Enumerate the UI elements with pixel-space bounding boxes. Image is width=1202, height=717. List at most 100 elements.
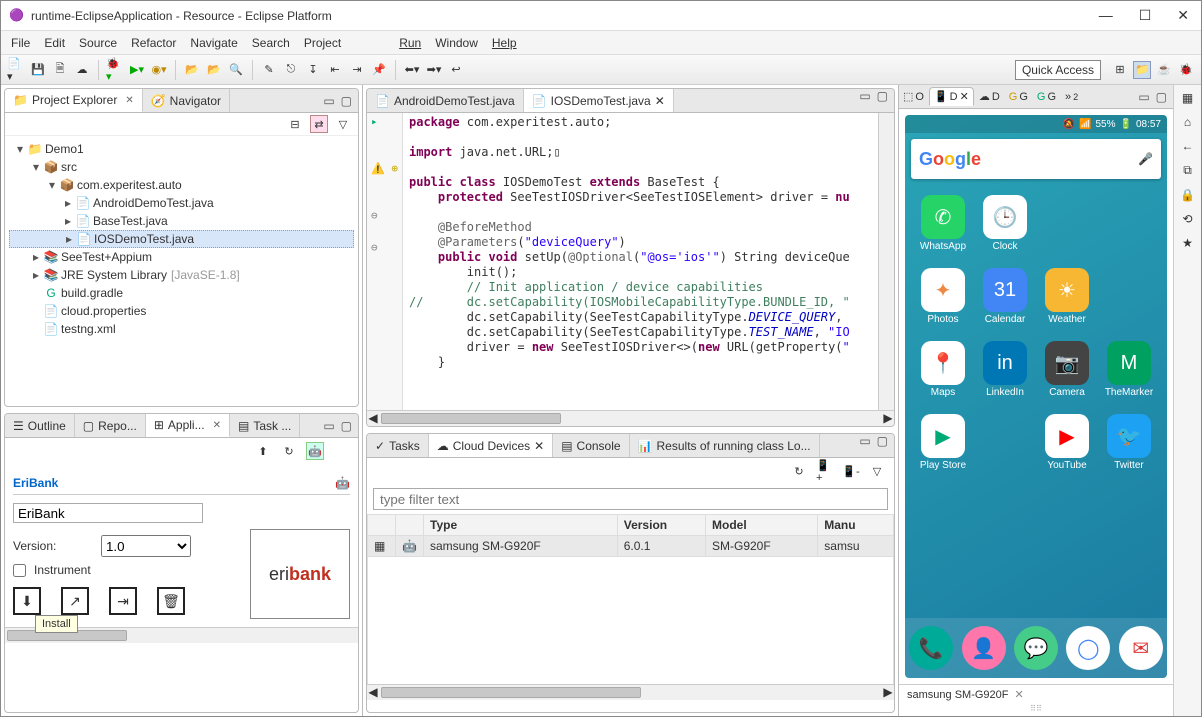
open-type-icon[interactable]: 📂 [183,61,201,79]
minimize-button[interactable]: — [1095,7,1117,24]
expand-icon[interactable]: ▸ [61,214,75,228]
app-name-field[interactable] [13,503,203,523]
maximize-view-icon[interactable]: ▢ [1156,90,1167,104]
menu-help[interactable]: Help [492,36,517,50]
last-edit-icon[interactable]: ↩ [447,61,465,79]
close-icon[interactable]: ✕ [960,90,969,103]
dock-app[interactable]: 📞 [909,626,953,670]
collapse-icon[interactable]: ⊟ [286,115,304,133]
tab-tasks[interactable]: ✓Tasks [367,434,429,457]
device-row[interactable]: ▦ 🤖 samsung SM-G920F 6.0.1 SM-G920F sams… [368,536,894,557]
dock-app[interactable]: ◯ [1066,626,1110,670]
tab-outline[interactable]: ☰Outline [5,414,75,437]
menu-navigate[interactable]: Navigate [190,36,237,50]
menu-edit[interactable]: Edit [44,36,65,50]
pin-icon[interactable]: 📌 [370,61,388,79]
minimize-view-icon[interactable]: ▭ [859,89,870,112]
phone-app-Maps[interactable]: 📍Maps [915,341,971,398]
close-button[interactable]: ✕ [1173,7,1193,24]
phone-app-Camera[interactable]: 📷Camera [1039,341,1095,398]
tree-props[interactable]: 📄 cloud.properties [9,302,354,320]
cloud-icon[interactable]: ☁ [73,61,91,79]
expand-icon[interactable]: ▸ [29,250,43,264]
menu-run[interactable]: Run [399,36,421,50]
minimize-view-icon[interactable]: ▭ [323,94,334,108]
toggle-icon[interactable]: ⎋ [282,61,300,79]
rtab-d[interactable]: 📱D✕ [929,87,974,106]
lock-icon[interactable]: 🔒 [1180,188,1195,202]
tab-results[interactable]: 📊Results of running class Lo... [630,434,820,457]
tab-task[interactable]: ▤Task ... [230,414,300,437]
close-icon[interactable]: ✕ [213,420,221,431]
tab-repo[interactable]: ▢Repo... [75,414,146,437]
maximize-view-icon[interactable]: ▢ [341,419,352,433]
tab-console[interactable]: ▤Console [553,434,629,457]
tab-appli[interactable]: ⊞Appli...✕ [146,414,230,437]
drag-handle[interactable]: ⠿⠿ [899,704,1173,716]
close-icon[interactable]: ✕ [534,439,544,453]
maximize-view-icon[interactable]: ▢ [877,89,888,112]
phone-app-Weather[interactable]: ☀Weather [1039,268,1095,325]
forward-icon[interactable]: ➡▾ [425,61,443,79]
rtab-g2[interactable]: GG [1033,89,1060,105]
tree-pkg[interactable]: ▾ 📦 com.experitest.auto [9,176,354,194]
phone-app-LinkedIn[interactable]: inLinkedIn [977,341,1033,398]
search-icon[interactable]: 🔍 [227,61,245,79]
edit-icon[interactable]: ✎ [260,61,278,79]
maximize-view-icon[interactable]: ▢ [877,434,888,457]
menu-refactor[interactable]: Refactor [131,36,176,50]
next-icon[interactable]: ⇥ [348,61,366,79]
copy-icon[interactable]: ⧉ [1183,163,1192,178]
editor-scrollbar-h[interactable]: ◀▶ [367,410,894,426]
debug-icon[interactable]: 🐞▾ [106,61,124,79]
phone-app-Play Store[interactable]: ▶Play Store [915,414,971,471]
resource-perspective-icon[interactable]: 📁 [1133,61,1151,79]
rotate-icon[interactable]: ⟲ [1182,212,1192,226]
dock-app[interactable]: ✉ [1119,626,1163,670]
col-os[interactable] [396,515,424,536]
tree-file-android[interactable]: ▸ 📄 AndroidDemoTest.java [9,194,354,212]
refresh-icon[interactable]: ↻ [280,442,298,460]
save-icon[interactable]: 💾 [29,61,47,79]
android-icon[interactable]: 🤖 [306,442,324,460]
java-perspective-icon[interactable]: ☕ [1155,61,1173,79]
rtab-d2[interactable]: ☁D [975,88,1004,105]
phone-app-TheMarker[interactable]: MTheMarker [1101,341,1157,398]
expand-icon[interactable]: ▾ [29,160,43,174]
prev-icon[interactable]: ⇤ [326,61,344,79]
tree-lib-jre[interactable]: ▸ 📚 JRE System Library [JavaSE-1.8] [9,266,354,284]
debug-perspective-icon[interactable]: 🐞 [1177,61,1195,79]
tree-lib-seetest[interactable]: ▸ 📚 SeeTest+Appium [9,248,354,266]
minimize-view-icon[interactable]: ▭ [1138,90,1149,104]
back-icon[interactable]: ← [1182,139,1194,153]
menu-source[interactable]: Source [79,36,117,50]
maximize-view-icon[interactable]: ▢ [341,94,352,108]
tree-root[interactable]: ▾ 📁 Demo1 [9,140,354,158]
scrollbar-v[interactable] [878,113,894,410]
editor-tab-android[interactable]: 📄 AndroidDemoTest.java [367,89,524,112]
code-editor[interactable]: ▸ ⚠️ ⊕ ⊖ ⊖ package com.experitest.auto; … [367,113,894,410]
quick-access[interactable]: Quick Access [1015,60,1101,80]
view-menu-icon[interactable]: ▽ [334,115,352,133]
version-select[interactable]: 1.0 [101,535,191,557]
col-model[interactable]: Model [706,515,818,536]
tree-file-basetest[interactable]: ▸ 📄 BaseTest.java [9,212,354,230]
close-icon[interactable]: ✕ [655,94,665,108]
phone-app-Calendar[interactable]: 31Calendar [977,268,1033,325]
star-icon[interactable]: ★ [1182,236,1193,250]
expand-icon[interactable]: ▸ [61,196,75,210]
tab-navigator[interactable]: 🧭 Navigator [143,89,230,112]
tree-testng[interactable]: 📄 testng.xml [9,320,354,338]
coverage-icon[interactable]: ◉▾ [150,61,168,79]
expand-icon[interactable]: ▸ [29,268,43,282]
phone-app-YouTube[interactable]: ▶YouTube [1039,414,1095,471]
menu-search[interactable]: Search [252,36,290,50]
col-manu[interactable]: Manu [818,515,894,536]
col-icon[interactable] [368,515,396,536]
device-screen[interactable]: 🔕 📶 55% 🔋 08:57 Google 🎤 ✆WhatsApp🕒Clock… [905,115,1167,678]
home-icon[interactable]: ⌂ [1184,115,1191,129]
editor-tab-ios[interactable]: 📄 IOSDemoTest.java ✕ [524,89,674,112]
col-version[interactable]: Version [617,515,705,536]
phone-app-WhatsApp[interactable]: ✆WhatsApp [915,195,971,252]
import-button[interactable]: ⇥ [109,587,137,615]
